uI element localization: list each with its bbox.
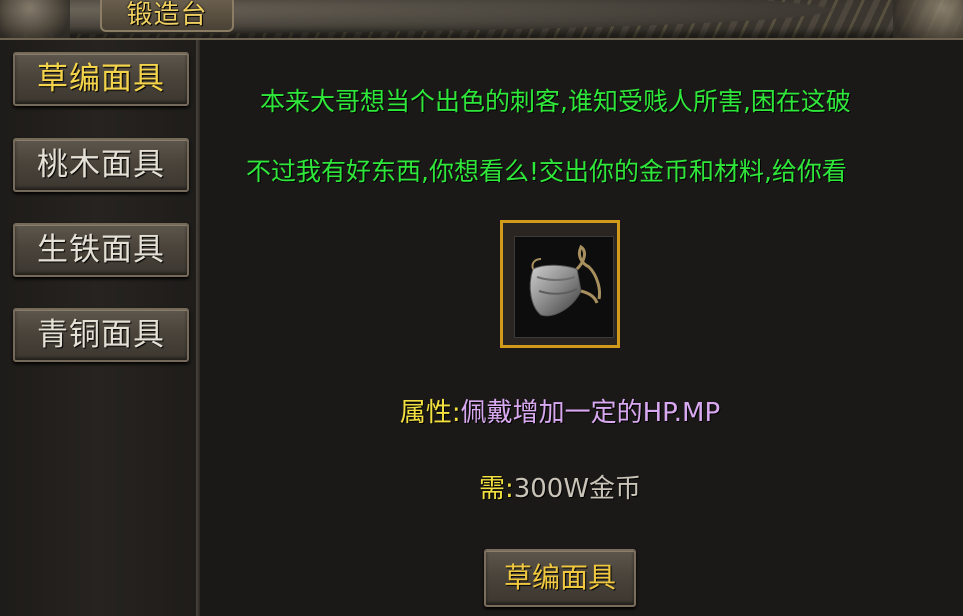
dialog-line-2: 不过我有好东西,你想看么!交出你的金币和材料,给你看 xyxy=(246,157,847,186)
attribute-label: 属性: xyxy=(399,398,461,428)
main-panel: 本来大哥想当个出色的刺客,谁知受贱人所害,困在这破 不过我有好东西,你想看么!交… xyxy=(200,40,963,616)
ornament-right xyxy=(893,0,963,38)
ornament-left xyxy=(0,0,70,38)
window-title: 锻造台 xyxy=(126,0,208,30)
requirement-text: 需:300W金币 xyxy=(360,468,760,505)
item-frame[interactable] xyxy=(500,220,620,348)
item-slot xyxy=(514,236,614,338)
requirement-value: 300W金币 xyxy=(513,474,642,504)
sidebar: 草编面具 桃木面具 生铁面具 青铜面具 xyxy=(0,40,198,616)
sidebar-item-bronze-mask[interactable]: 青铜面具 xyxy=(13,308,189,362)
title-bar: 锻造台 xyxy=(0,0,963,40)
sidebar-item-straw-mask[interactable]: 草编面具 xyxy=(13,52,189,106)
title-plate: 锻造台 xyxy=(100,0,234,32)
sidebar-item-peachwood-mask[interactable]: 桃木面具 xyxy=(13,138,189,192)
attribute-value: 佩戴增加一定的HP.MP xyxy=(460,398,721,428)
dialog-line-1: 本来大哥想当个出色的刺客,谁知受贱人所害,困在这破 xyxy=(260,87,851,116)
sidebar-item-iron-mask[interactable]: 生铁面具 xyxy=(13,223,189,277)
craft-button[interactable]: 草编面具 xyxy=(484,549,636,607)
attribute-text: 属性:佩戴增加一定的HP.MP xyxy=(360,392,760,429)
requirement-label: 需: xyxy=(478,474,514,504)
cloth-mask-icon xyxy=(529,244,601,317)
